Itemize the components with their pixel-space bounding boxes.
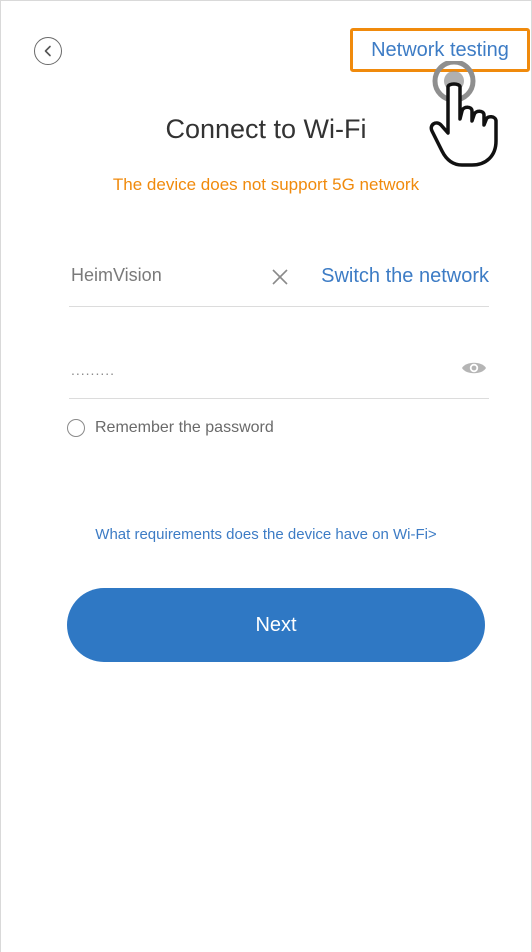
wifi-connect-screen: Network testing Connect to Wi-Fi The dev… xyxy=(0,0,532,952)
remember-password-radio[interactable] xyxy=(67,419,85,437)
wifi-requirements-link[interactable]: What requirements does the device have o… xyxy=(1,526,531,543)
remember-password-option[interactable]: Remember the password xyxy=(67,416,274,440)
back-button[interactable] xyxy=(34,37,62,65)
page-title: Connect to Wi-Fi xyxy=(165,114,367,144)
5g-warning-text: The device does not support 5G network xyxy=(112,175,420,194)
remember-password-label: Remember the password xyxy=(95,419,274,436)
ssid-value: HeimVision xyxy=(71,265,162,285)
ssid-field: HeimVision Switch the network xyxy=(69,251,489,307)
password-field xyxy=(69,341,489,399)
password-input[interactable] xyxy=(69,355,433,385)
next-button[interactable]: Next xyxy=(67,588,485,662)
network-testing-button[interactable]: Network testing xyxy=(350,28,530,72)
eye-icon[interactable] xyxy=(461,359,487,377)
chevron-left-icon xyxy=(44,45,51,57)
close-icon[interactable] xyxy=(271,268,289,286)
switch-network-link[interactable]: Switch the network xyxy=(321,265,489,288)
